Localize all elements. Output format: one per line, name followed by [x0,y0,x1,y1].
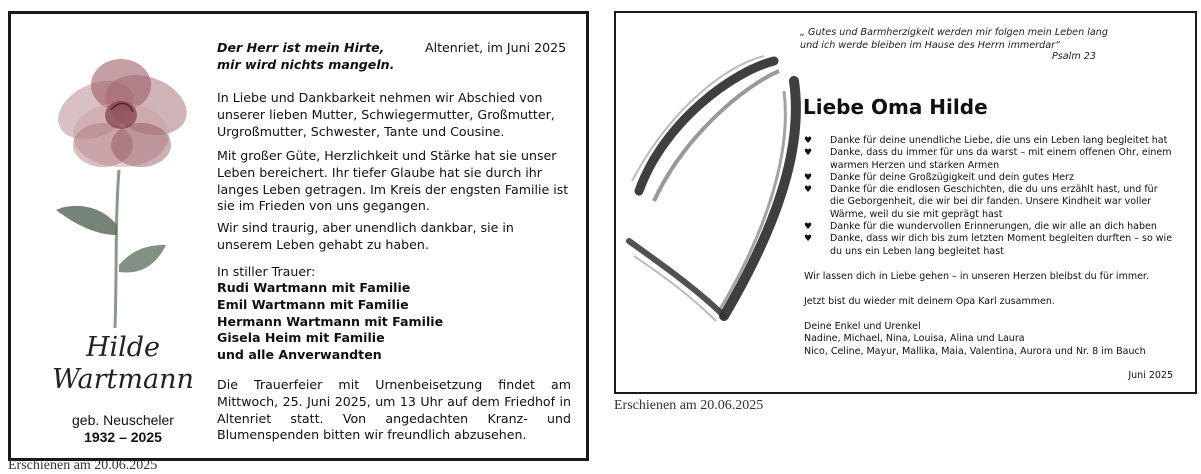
list-item-text: Danke für deine unendliche Liebe, die un… [830,135,1168,146]
heart-bullet-icon: ♥ [804,172,813,183]
list-item: ♥ Danke für die wundervollen Erinnerungen… [804,221,1174,233]
obituary-notice-left: Hilde Wartmann geb. Neuscheler 1932 – 20… [8,11,589,461]
mourning-intro: In stiller Trauer: [217,264,316,279]
signature-names-1: Nadine, Michael, Nina, Louisa, Alina und… [804,333,1025,345]
mourner-item: und alle Anverwandten [217,347,382,363]
notice-date: Juni 2025 [1128,370,1173,381]
gratitude-paragraph: Wir sind traurig, aber unendlich dankbar… [217,220,514,252]
list-item: ♥ Danke, dass wir dich bis zum letzten Mo… [804,233,1174,258]
funeral-details: Die Trauerfeier mit Urnenbeisetzung find… [217,377,571,443]
obituary-notice-right: „ Gutes und Barmherzigkeit werden mir fo… [614,11,1197,394]
life-years: 1932 – 2025 [84,429,162,445]
verse-line-2: mir wird nichts mangeln. [217,56,395,72]
psalm-quote: „ Gutes und Barmherzigkeit werden mir fo… [800,27,1120,52]
heart-bullet-icon: ♥ [804,222,813,233]
deceased-name: Hilde Wartmann [33,332,213,396]
list-item: ♥ Danke für die endlosen Geschichten, die… [804,184,1174,221]
mourner-item: Hermann Wartmann mit Familie [217,313,444,329]
notice-title: Liebe Oma Hilde [803,95,988,119]
heart-brush-icon [626,55,801,322]
heart-bullet-icon: ♥ [804,234,813,245]
mourner-item: Gisela Heim mit Familie [217,330,385,346]
reunion-line: Jetzt bist du wieder mit deinem Opa Karl… [804,296,1055,307]
list-item-text: Danke für die endlosen Geschichten, die … [830,184,1158,220]
mourners-list: Rudi Wartmann mit Familie Emil Wartmann … [217,280,571,364]
list-item: ♥ Danke, dass du immer für uns da warst –… [804,147,1174,172]
birth-name: geb. Neuscheler [72,412,174,428]
list-item-text: Danke, dass wir dich bis zum letzten Mom… [830,233,1173,257]
thanks-list: ♥ Danke für deine unendliche Liebe, die u… [804,135,1174,258]
deceased-first-name: Hilde [85,332,161,363]
list-item-text: Danke für die wundervollen Erinnerungen,… [830,221,1157,233]
tribute-paragraph: Mit großer Güte, Herzlichkeit und Stärke… [217,148,569,214]
heart-bullet-icon: ♥ [804,148,813,159]
rose-illustration [56,59,187,329]
signature-block: Deine Enkel und Urenkel Nadine, Michael,… [804,321,1184,358]
mourner-item: Rudi Wartmann mit Familie [217,280,411,295]
signature-intro: Deine Enkel und Urenkel [804,321,921,332]
signature-names-2: Nico, Celine, Mayur, Mallika, Maia, Vale… [804,345,1146,357]
list-item-text: Danke für deine Großzügigkeit und dein g… [830,171,1074,183]
heart-bullet-icon: ♥ [804,185,813,196]
list-item: ♥ Danke für deine unendliche Liebe, die u… [804,135,1174,147]
publication-caption-left: Erschienen am 20.06.2025 [8,458,158,473]
farewell-line: Wir lassen dich in Liebe gehen – in unse… [804,271,1149,282]
list-item: ♥ Danke für deine Großzügigkeit und dein … [804,172,1174,184]
deceased-last-name: Wartmann [52,364,194,395]
list-item-text: Danke, dass du immer für uns da warst – … [830,147,1172,171]
publication-caption-right: Erschienen am 20.06.2025 [614,398,764,413]
psalm-reference: Psalm 23 [1052,51,1096,62]
farewell-paragraph: In Liebe und Dankbarkeit nehmen wir Absc… [217,90,555,139]
quote-line-1: „ Gutes und Barmherzigkeit werden mir fo… [800,27,1108,38]
mourner-item: Emil Wartmann mit Familie [217,296,409,312]
place-date: Altenriet, im Juni 2025 [425,40,567,55]
heart-bullet-icon: ♥ [804,136,813,146]
